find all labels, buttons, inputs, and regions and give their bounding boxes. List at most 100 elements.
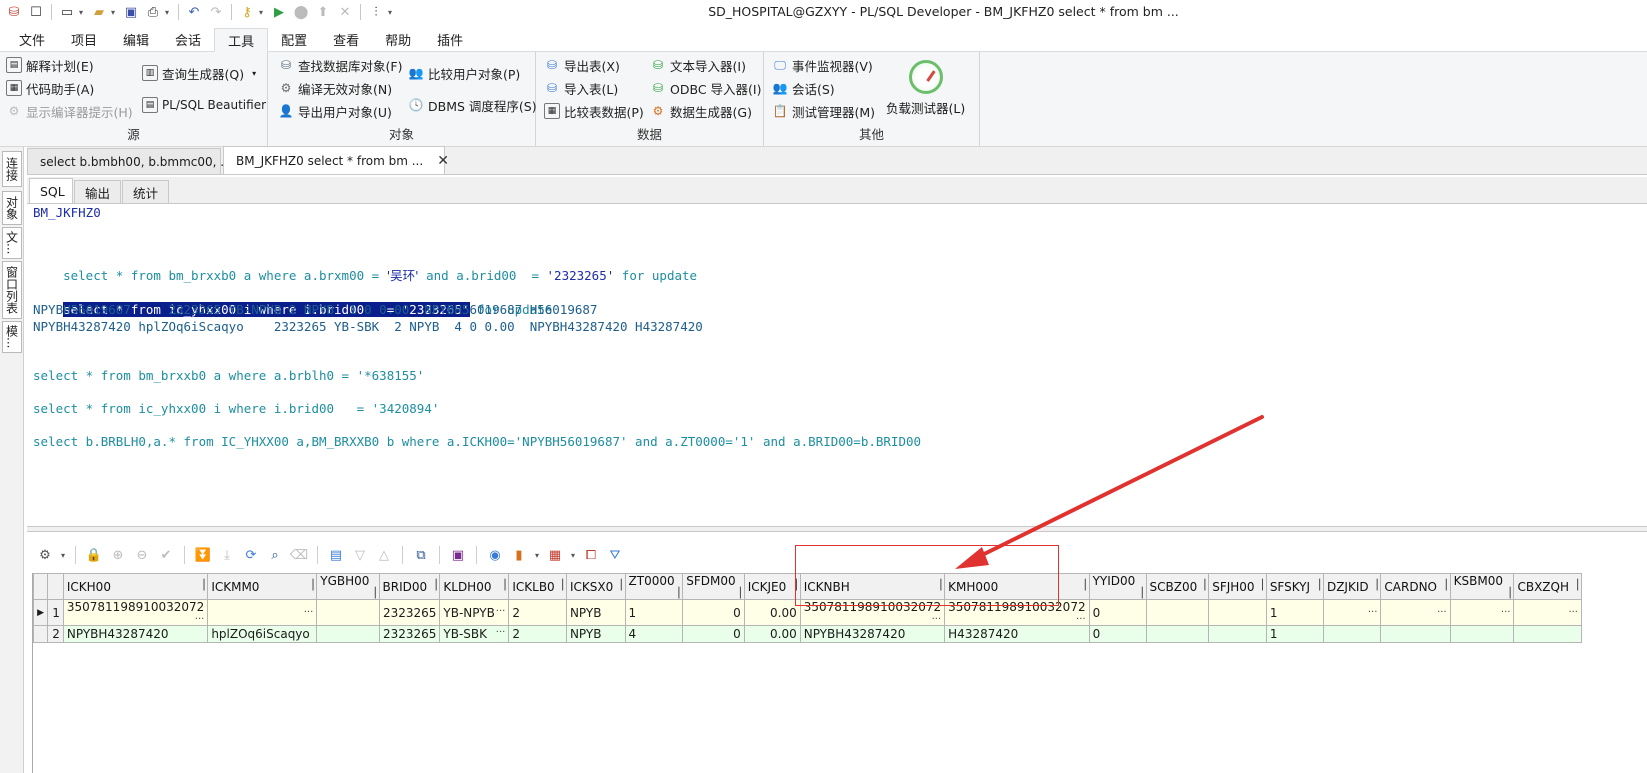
- column-header[interactable]: CARDNO ▕: [1380, 573, 1451, 600]
- chart-dropdown-icon[interactable]: ▾: [533, 545, 541, 565]
- cell-ellipsis-button[interactable]: ···: [1501, 607, 1511, 618]
- grid-cell[interactable]: NPYBH43287420: [62, 625, 209, 643]
- open-dropdown-icon[interactable]: ▾: [111, 8, 119, 17]
- sort-icon[interactable]: △: [374, 545, 394, 565]
- column-header[interactable]: SFJH00 ▕: [1208, 573, 1267, 600]
- menu-file[interactable]: 文件: [6, 27, 58, 51]
- export-dropdown-icon[interactable]: ▾: [569, 545, 577, 565]
- left-tab-templates[interactable]: 模...: [2, 321, 22, 353]
- grid-cell[interactable]: 350781198910032072 ···: [944, 599, 1090, 626]
- column-header[interactable]: YGBH00 ▕: [316, 573, 380, 600]
- column-header[interactable]: BRID00 ▕: [378, 573, 441, 600]
- column-sort-icon[interactable]: ▕: [789, 580, 797, 591]
- print-icon[interactable]: ⎙: [143, 2, 163, 22]
- preferences-icon[interactable]: ⫶: [366, 2, 386, 22]
- compare-table-data-button[interactable]: ▦ 比较表数据(P): [544, 100, 644, 122]
- grid-cell[interactable]: 1: [1265, 599, 1324, 626]
- menu-view[interactable]: 查看: [320, 27, 372, 51]
- plsql-beautifier-button[interactable]: ▤ PL/SQL Beautifier: [142, 94, 266, 116]
- grid-cell[interactable]: 2323265: [378, 599, 441, 626]
- grid-cell[interactable]: ···: [1513, 599, 1582, 626]
- clear-icon[interactable]: ⌫: [289, 545, 309, 565]
- column-header[interactable]: CBXZQH ▕: [1513, 573, 1582, 600]
- new-dropdown-icon[interactable]: ▾: [79, 8, 87, 17]
- app-db-icon[interactable]: ⛁: [4, 2, 24, 22]
- grid-cell[interactable]: hplZOq6iScaqyo: [207, 625, 318, 643]
- grid-cell[interactable]: YB-SBK ···: [439, 625, 510, 643]
- grid-cell[interactable]: 1: [1265, 625, 1324, 643]
- cell-ellipsis-button[interactable]: ···: [1568, 607, 1578, 618]
- grid-cell[interactable]: 0: [1088, 625, 1147, 643]
- column-header[interactable]: ICKNBH ▕: [799, 573, 946, 600]
- query-builder-button[interactable]: ▥ 查询生成器(Q) ▾: [142, 62, 256, 84]
- next-page-icon[interactable]: ⏬: [193, 545, 213, 565]
- grid-cell[interactable]: 350781198910032072 ···: [62, 599, 209, 626]
- grid-cell[interactable]: [1145, 599, 1210, 626]
- grid-cell[interactable]: ···: [1322, 599, 1382, 626]
- post-changes-icon[interactable]: ✔: [156, 545, 176, 565]
- column-sort-icon[interactable]: ▕: [1078, 580, 1086, 591]
- grid-cell[interactable]: ···: [207, 599, 318, 626]
- find-db-objects-button[interactable]: ⛁ 查找数据库对象(F): [278, 54, 402, 76]
- key-icon[interactable]: ⚷: [237, 2, 257, 22]
- grid-cell[interactable]: 0.00: [743, 599, 801, 626]
- compile-invalid-objects-button[interactable]: ⚙ 编译无效对象(N): [278, 77, 393, 99]
- query-builder-dropdown-icon[interactable]: ▾: [252, 69, 256, 78]
- grid-cell[interactable]: 2: [508, 625, 567, 643]
- chart-icon[interactable]: ▮: [509, 545, 529, 565]
- save-results-icon[interactable]: ▣: [448, 545, 468, 565]
- export-user-objects-button[interactable]: 👤 导出用户对象(U): [278, 100, 392, 122]
- import-tables-button[interactable]: ⛁ 导入表(L): [544, 77, 618, 99]
- grid-cell[interactable]: 1: [624, 599, 684, 626]
- single-record-view-icon[interactable]: ▤: [326, 545, 346, 565]
- column-sort-icon[interactable]: ▕: [614, 580, 622, 591]
- grid-cell[interactable]: [1145, 625, 1210, 643]
- event-monitor-button[interactable]: 🖵 事件监视器(V): [772, 54, 873, 76]
- column-header[interactable]: ICKMM0 ▕: [207, 573, 318, 600]
- column-sort-icon[interactable]: ▕: [555, 580, 563, 591]
- grid-cell[interactable]: YB-NPYB ···: [439, 599, 510, 626]
- grid-options-dropdown-icon[interactable]: ▾: [59, 545, 67, 565]
- column-sort-icon[interactable]: ▕: [1255, 580, 1263, 591]
- cell-ellipsis-button[interactable]: ···: [1368, 607, 1378, 618]
- grid-cell[interactable]: [1322, 625, 1382, 643]
- grid-cell[interactable]: H43287420: [944, 625, 1090, 643]
- grid-cell[interactable]: 2: [508, 599, 567, 626]
- menu-help[interactable]: 帮助: [372, 27, 424, 51]
- refresh-icon[interactable]: ⟳: [241, 545, 261, 565]
- column-sort-icon[interactable]: ▕: [1503, 588, 1511, 599]
- left-tab-files[interactable]: 文...: [2, 227, 22, 259]
- export-grid-icon[interactable]: ▦: [545, 545, 565, 565]
- show-compiler-hints-button[interactable]: ⚙ 显示编译器提示(H): [6, 100, 133, 122]
- column-sort-icon[interactable]: ▕: [368, 588, 376, 599]
- grid-options-icon[interactable]: ⚙: [35, 545, 55, 565]
- explain-plan-button[interactable]: ▤ 解释计划(E): [6, 54, 94, 76]
- cell-ellipsis-button[interactable]: ···: [496, 606, 506, 617]
- key-dropdown-icon[interactable]: ▾: [259, 8, 267, 17]
- print-dropdown-icon[interactable]: ▾: [165, 8, 173, 17]
- grid-cell[interactable]: 0: [682, 599, 745, 626]
- last-page-icon[interactable]: ⤓: [217, 545, 237, 565]
- grid-cell[interactable]: 0: [1088, 599, 1147, 626]
- editor-grid-splitter[interactable]: [27, 526, 1647, 532]
- break-icon[interactable]: ⬤: [291, 2, 311, 22]
- cell-ellipsis-button[interactable]: ···: [304, 607, 314, 618]
- connection-icon[interactable]: ◉: [485, 545, 505, 565]
- column-header[interactable]: YYID00 ▕: [1088, 573, 1147, 600]
- column-sort-icon[interactable]: ▕: [1312, 580, 1320, 591]
- menu-config[interactable]: 配置: [268, 27, 320, 51]
- doc-tab-2[interactable]: BM_JKFHZ0 select * from bm ... ✕: [223, 146, 449, 174]
- grid-cell[interactable]: 4: [624, 625, 684, 643]
- menu-project[interactable]: 项目: [58, 27, 110, 51]
- column-header[interactable]: ICKJE0 ▕: [743, 573, 801, 600]
- dbms-scheduler-button[interactable]: 🕓 DBMS 调度程序(S): [408, 94, 537, 116]
- commit-icon[interactable]: ⬆: [313, 2, 333, 22]
- query-by-example-icon[interactable]: ▽: [350, 545, 370, 565]
- customize-dropdown-icon[interactable]: ▾: [388, 8, 396, 17]
- find-icon[interactable]: ⌕: [265, 545, 285, 565]
- save-icon[interactable]: ▣: [121, 2, 141, 22]
- undo-icon[interactable]: ↶: [184, 2, 204, 22]
- grid-cell[interactable]: 2323265: [378, 625, 441, 643]
- column-sort-icon[interactable]: ▕: [1198, 580, 1206, 591]
- insert-record-icon[interactable]: ⊕: [108, 545, 128, 565]
